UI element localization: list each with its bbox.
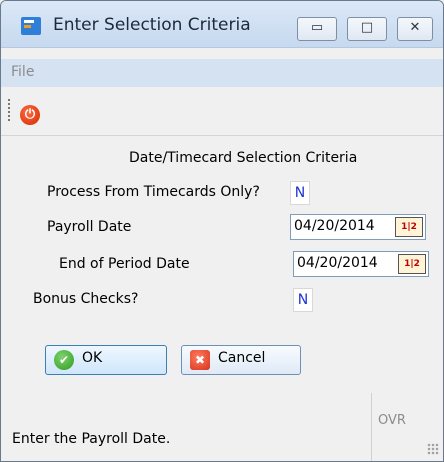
- menu-file[interactable]: File: [11, 64, 34, 80]
- close-button[interactable]: ✕: [397, 17, 433, 41]
- minimize-icon: ▭: [310, 20, 324, 35]
- title-bar[interactable]: Enter Selection Criteria ▭ □ ✕: [1, 1, 443, 48]
- payroll-date-value[interactable]: 04/20/2014: [294, 218, 375, 234]
- maximize-icon: □: [360, 20, 374, 35]
- toolbar-grip-handle[interactable]: [8, 99, 10, 123]
- status-divider: [371, 393, 372, 461]
- window-title: Enter Selection Criteria: [53, 15, 251, 35]
- end-of-period-date-value[interactable]: 04/20/2014: [297, 255, 378, 271]
- power-icon[interactable]: ⏻: [20, 105, 40, 125]
- calendar-icon[interactable]: 1|2: [395, 217, 423, 237]
- cancel-button[interactable]: ✖ Cancel: [181, 345, 301, 375]
- maximize-button[interactable]: □: [347, 17, 387, 41]
- ok-button-label: OK: [82, 350, 103, 366]
- app-icon: [21, 17, 41, 35]
- status-bar: Enter the Payroll Date. OVR: [1, 393, 443, 461]
- menu-bar: File: [1, 59, 443, 87]
- ok-button[interactable]: ✔ OK: [45, 345, 167, 375]
- toolbar: ⏻: [1, 91, 443, 136]
- minimize-button[interactable]: ▭: [297, 17, 337, 41]
- payroll-date-field[interactable]: 04/20/2014 1|2: [290, 214, 426, 240]
- cancel-icon: ✖: [190, 350, 210, 370]
- status-message: Enter the Payroll Date.: [12, 431, 171, 447]
- calendar-icon[interactable]: 1|2: [398, 254, 426, 274]
- ovr-indicator: OVR: [378, 413, 406, 428]
- check-icon: ✔: [54, 350, 74, 370]
- process-from-timecards-label: Process From Timecards Only?: [47, 184, 260, 200]
- process-from-timecards-field[interactable]: N: [290, 181, 310, 205]
- close-icon: ✕: [409, 20, 421, 35]
- resize-grip-icon[interactable]: [427, 443, 439, 455]
- cancel-button-label: Cancel: [218, 350, 266, 366]
- payroll-date-label: Payroll Date: [47, 219, 132, 235]
- end-of-period-label: End of Period Date: [59, 256, 190, 272]
- section-title: Date/Timecard Selection Criteria: [129, 150, 358, 166]
- bonus-checks-label: Bonus Checks?: [33, 291, 139, 307]
- end-of-period-date-field[interactable]: 04/20/2014 1|2: [293, 251, 429, 277]
- selection-criteria-window: Enter Selection Criteria ▭ □ ✕ File ⏻ Da…: [0, 0, 444, 462]
- bonus-checks-field[interactable]: N: [293, 288, 313, 312]
